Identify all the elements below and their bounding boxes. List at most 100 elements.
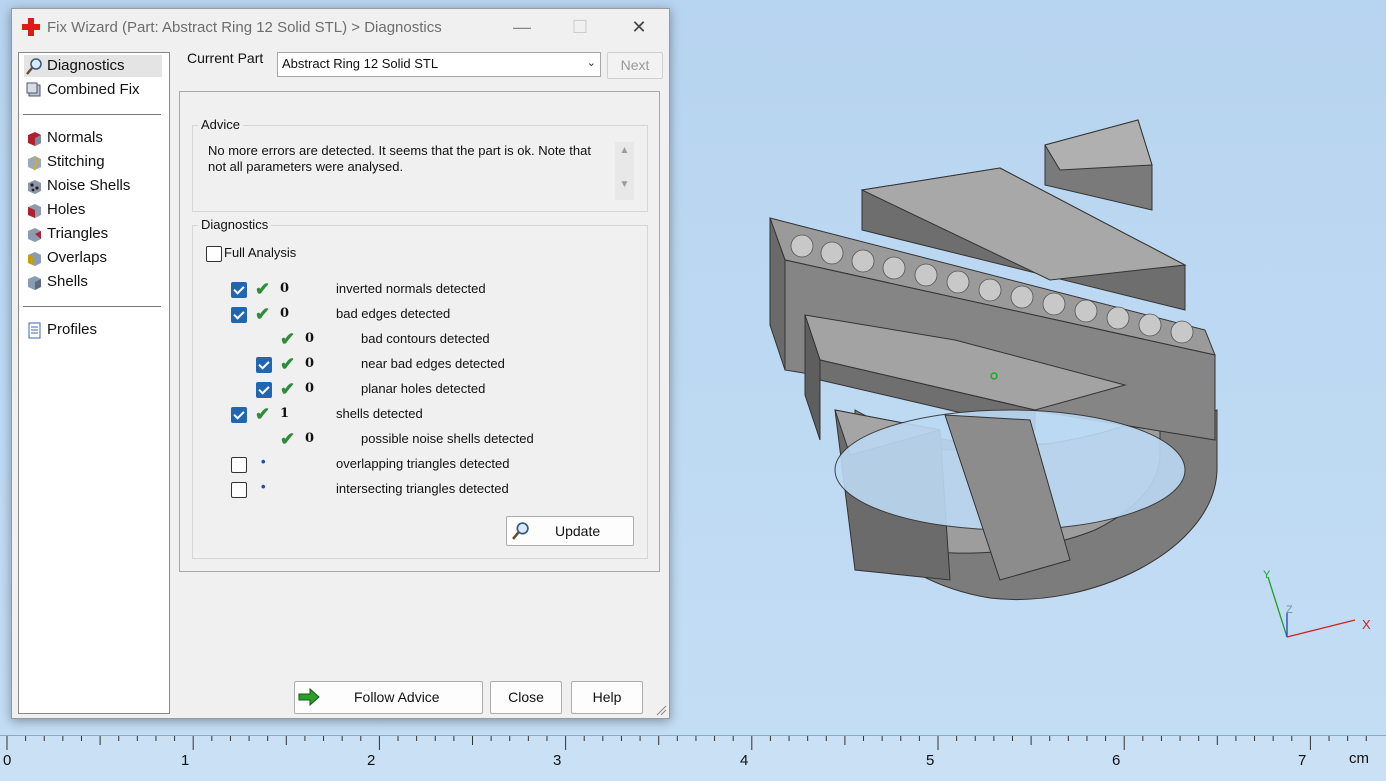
diag-count: 0 <box>305 431 315 446</box>
sidebar-item-label: Noise Shells <box>47 177 131 194</box>
shells-checkbox[interactable] <box>231 407 247 423</box>
stitching-cube-icon <box>28 155 41 171</box>
ruler-label-7: 7 <box>1298 752 1307 769</box>
ruler-ticks <box>6 736 1367 750</box>
close-window-button[interactable]: ✕ <box>617 13 661 41</box>
chevron-down-icon: ⌄ <box>586 57 596 69</box>
holes-cube-icon <box>28 204 41 218</box>
ruler-label-4: 4 <box>740 752 749 769</box>
sidebar-divider <box>23 114 161 115</box>
diag-count: 0 <box>305 356 315 371</box>
ruler-label-0: 0 <box>3 752 12 769</box>
red-cross-app-icon <box>22 18 40 36</box>
advice-group-title: Advice <box>198 117 244 132</box>
diag-row-bad-contours: ✔ 0 bad contours detected <box>180 328 640 350</box>
diag-count: 0 <box>305 381 315 396</box>
diag-row-shells: ✔ 1 shells detected <box>180 403 640 425</box>
diag-label: planar holes detected <box>361 381 486 396</box>
axis-x-label: X <box>1362 617 1371 632</box>
sidebar-item-label: Stitching <box>47 153 105 170</box>
ruler-label-1: 1 <box>181 752 190 769</box>
current-part-select[interactable]: Abstract Ring 12 Solid STL ⌄ <box>277 52 601 77</box>
diag-row-noise-shells: ✔ 0 possible noise shells detected <box>180 428 640 450</box>
sidebar-item-diagnostics[interactable]: Diagnostics <box>24 55 162 77</box>
sidebar-item-overlaps[interactable]: Overlaps <box>24 247 162 269</box>
inverted-normals-checkbox[interactable] <box>231 282 247 298</box>
sidebar-item-noise-shells[interactable]: Noise Shells <box>24 175 162 197</box>
title-bar[interactable]: Fix Wizard (Part: Abstract Ring 12 Solid… <box>12 9 669 45</box>
scroll-down-arrow-icon[interactable]: ▼ <box>615 179 634 190</box>
diag-label: near bad edges detected <box>361 356 505 371</box>
update-button-label: Update <box>555 523 601 539</box>
ring-model[interactable] <box>760 110 1230 610</box>
diag-count: 1 <box>280 406 290 421</box>
sidebar-item-label: Holes <box>47 201 86 218</box>
ruler-label-2: 2 <box>367 752 376 769</box>
profiles-document-icon <box>28 322 41 339</box>
sidebar-item-label: Overlaps <box>47 249 108 266</box>
scroll-up-arrow-icon[interactable]: ▲ <box>615 145 634 156</box>
resize-grip-icon[interactable] <box>655 704 667 716</box>
sidebar-item-holes[interactable]: Holes <box>24 199 162 221</box>
ok-check-icon: ✔ <box>255 404 271 424</box>
close-button[interactable]: Close <box>490 681 562 714</box>
diag-count: 0 <box>280 306 290 321</box>
follow-advice-button[interactable]: Follow Advice <box>294 681 483 714</box>
full-analysis-label: Full Analysis <box>224 245 297 260</box>
sidebar-item-label: Profiles <box>47 321 98 338</box>
diag-row-inverted-normals: ✔ 0 inverted normals detected <box>180 278 640 300</box>
bad-edges-checkbox[interactable] <box>231 307 247 323</box>
sidebar-item-shells[interactable]: Shells <box>24 271 162 293</box>
sidebar-item-stitching[interactable]: Stitching <box>24 151 162 173</box>
diag-label: bad edges detected <box>336 306 451 321</box>
axis-z-label: Z <box>1286 604 1293 616</box>
window-title: Fix Wizard (Part: Abstract Ring 12 Solid… <box>47 19 442 36</box>
near-bad-edges-checkbox[interactable] <box>256 357 272 373</box>
diag-label: bad contours detected <box>361 331 490 346</box>
magnifier-icon <box>512 522 529 540</box>
triangles-cube-icon <box>28 228 41 242</box>
diag-count: 0 <box>305 331 315 346</box>
ok-check-icon: ✔ <box>255 304 271 324</box>
sidebar-item-label: Diagnostics <box>47 57 125 74</box>
sidebar-item-triangles[interactable]: Triangles <box>24 223 162 245</box>
combined-fix-icon <box>26 82 41 97</box>
overlapping-triangles-checkbox[interactable] <box>231 457 247 473</box>
fix-wizard-dialog: Fix Wizard (Part: Abstract Ring 12 Solid… <box>11 8 670 719</box>
diag-label: possible noise shells detected <box>361 431 534 446</box>
advice-scrollbar[interactable]: ▲ ▼ <box>615 142 634 200</box>
maximize-button[interactable]: ☐ <box>558 13 602 41</box>
diag-label: inverted normals detected <box>336 281 486 296</box>
diag-row-bad-edges: ✔ 0 bad edges detected <box>180 303 640 325</box>
sidebar-item-profiles[interactable]: Profiles <box>24 319 162 341</box>
help-button[interactable]: Help <box>571 681 643 714</box>
bottom-ruler: 0 1 2 3 4 5 6 7 cm <box>0 735 1386 781</box>
ruler-label-6: 6 <box>1112 752 1121 769</box>
noise-shells-icon <box>28 180 41 194</box>
intersecting-triangles-checkbox[interactable] <box>231 482 247 498</box>
current-part-label: Current Part <box>187 50 264 66</box>
diag-label: overlapping triangles detected <box>336 456 510 471</box>
update-button[interactable]: Update <box>506 516 634 546</box>
full-analysis-row[interactable]: Full Analysis <box>180 242 640 264</box>
sidebar-item-combined-fix[interactable]: Combined Fix <box>24 79 162 101</box>
ruler-label-5: 5 <box>926 752 935 769</box>
wizard-sidebar: Diagnostics Combined Fix Normals Stitchi… <box>18 52 170 714</box>
minimize-button[interactable]: — <box>500 13 544 41</box>
diag-label: shells detected <box>336 406 423 421</box>
planar-holes-checkbox[interactable] <box>256 382 272 398</box>
ruler-label-3: 3 <box>553 752 562 769</box>
ruler-unit: cm <box>1349 750 1369 767</box>
sidebar-item-label: Combined Fix <box>47 81 140 98</box>
current-part-value: Abstract Ring 12 Solid STL <box>282 56 439 71</box>
sidebar-item-normals[interactable]: Normals <box>24 127 162 149</box>
diag-row-intersecting-triangles: • intersecting triangles detected <box>180 478 640 500</box>
overlaps-cube-icon <box>28 252 41 266</box>
axis-triad: X Y Z <box>1263 569 1371 638</box>
sidebar-item-label: Triangles <box>47 225 109 242</box>
ok-check-icon: ✔ <box>280 354 296 374</box>
full-analysis-checkbox[interactable] <box>206 246 222 262</box>
next-button[interactable]: Next <box>607 52 663 79</box>
not-analysed-dot-icon: • <box>261 479 266 494</box>
magnifier-icon <box>26 58 42 75</box>
